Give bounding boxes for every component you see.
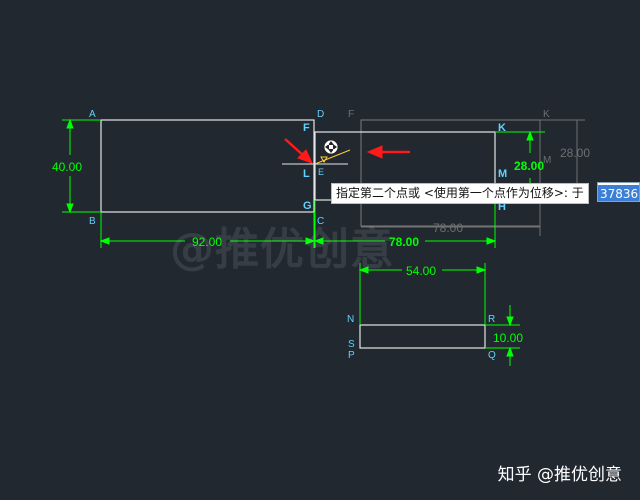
command-prompt-tooltip: 指定第二个点或 <使用第一个点作为位移>: 于 [331, 183, 589, 204]
label-q: Q [488, 350, 496, 361]
label-f-ghost: F [348, 109, 354, 120]
label-r: R [488, 314, 495, 325]
label-b: B [89, 216, 96, 227]
corner-watermark: 知乎 @推优创意 [497, 465, 622, 485]
dim-left-height: 40.00 [52, 160, 82, 174]
rectangle-abcd[interactable] [100, 119, 315, 213]
dim-small-height: 10.00 [493, 331, 523, 345]
preview-rectangle-group [360, 119, 585, 236]
label-m: M [498, 168, 507, 180]
label-k-ghost: K [543, 109, 550, 120]
dim-lower-width: 54.00 [406, 264, 436, 278]
label-l: L [303, 168, 310, 180]
label-p: P [348, 350, 355, 361]
preview-rectangle [360, 119, 541, 227]
coordinate-input-value[interactable]: 378366 [598, 185, 639, 201]
label-g: G [303, 200, 312, 212]
dim-preview-height: 28.00 [560, 146, 590, 160]
label-c: C [317, 216, 324, 227]
dim-right-height: 28.00 [514, 159, 544, 173]
label-d: D [317, 109, 324, 120]
label-e: E [318, 167, 324, 177]
label-n: N [347, 314, 354, 325]
dim-middle-width: 78.00 [389, 235, 419, 249]
label-m-ghost: M [543, 155, 551, 166]
label-f: F [303, 122, 310, 134]
label-s: S [348, 339, 355, 350]
rectangle-nrqs[interactable] [359, 324, 486, 349]
label-k: K [498, 122, 506, 134]
cad-drawing-canvas[interactable]: A B D C E F K M F K L M G H N R S P Q 40… [0, 0, 640, 500]
dim-preview-width: 78.00 [433, 221, 463, 235]
move-cursor-icon [323, 139, 339, 155]
coordinate-input-field[interactable]: 378366 [597, 182, 640, 202]
dim-bottom-width: 92.00 [192, 235, 222, 249]
label-a: A [89, 109, 96, 120]
